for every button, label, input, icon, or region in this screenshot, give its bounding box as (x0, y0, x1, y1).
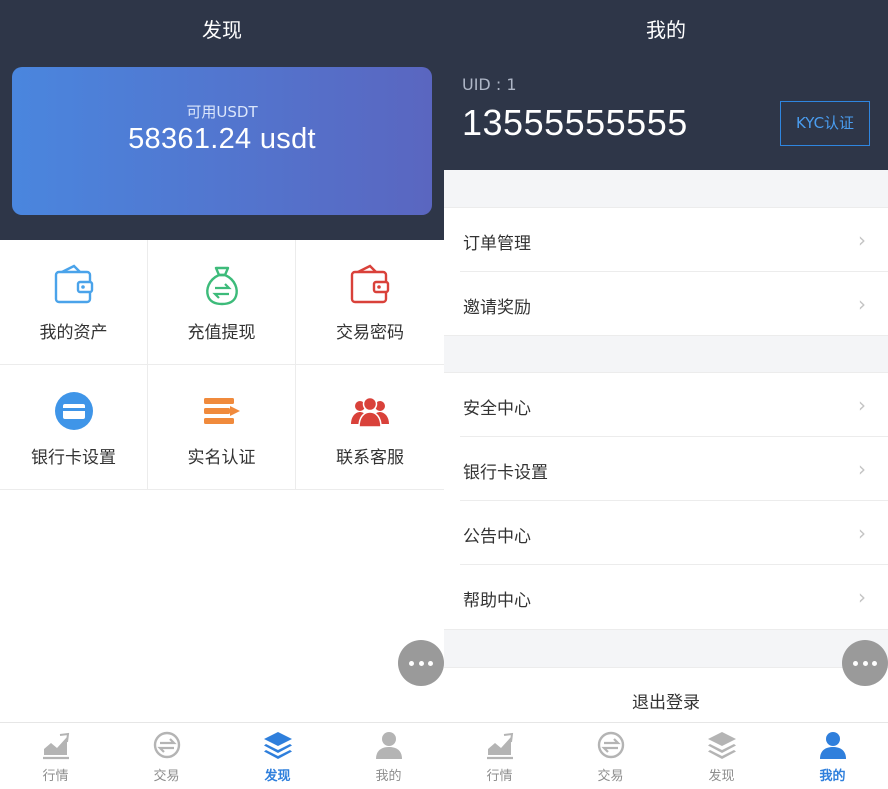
user-icon (819, 732, 846, 759)
menu-item-label: 安全中心 (463, 399, 531, 419)
menu-group-orders: 订单管理 › 邀请奖励 › (444, 207, 888, 336)
balance-label: 可用USDT (186, 103, 258, 121)
tab-discover[interactable]: 发现 (222, 723, 333, 789)
tab-label: 我的 (375, 769, 402, 784)
id-verify-icon (203, 398, 240, 424)
more-dot-icon (853, 661, 858, 666)
grid-item-label: 交易密码 (336, 323, 404, 343)
kyc-button[interactable]: KYC认证 (780, 101, 870, 146)
profile-header: 我的 UID : 1 13555555555 KYC认证 (444, 0, 888, 170)
tab-trade[interactable]: 交易 (555, 723, 666, 789)
layers-icon (707, 732, 736, 759)
tab-discover[interactable]: 发现 (666, 723, 777, 789)
wallet-lock-icon (350, 264, 390, 304)
balance-amount: 58361.24 usdt (128, 123, 316, 155)
chevron-right-icon: › (858, 521, 866, 545)
menu-item-label: 邀请奖励 (463, 298, 531, 318)
grid-item-label: 实名认证 (187, 448, 256, 468)
more-dot-icon (862, 661, 868, 666)
chart-icon (486, 732, 513, 760)
exchange-icon (153, 731, 180, 759)
more-dot-icon (428, 661, 433, 666)
wallet-icon (54, 264, 93, 304)
mine-screen: 我的 UID : 1 13555555555 KYC认证 订单管理 › 邀请奖励… (444, 0, 888, 789)
tab-label: 交易 (153, 769, 180, 784)
menu-item-help-center[interactable]: 帮助中心 › (460, 565, 888, 629)
menu-item-orders[interactable]: 订单管理 › (460, 208, 888, 272)
money-bag-icon (205, 266, 238, 306)
tab-label: 交易 (597, 769, 624, 784)
exchange-icon (597, 731, 624, 759)
menu-item-bank-card[interactable]: 银行卡设置 › (460, 437, 888, 501)
chevron-right-icon: › (858, 228, 866, 252)
phone-number: 13555555555 (462, 102, 688, 143)
menu-item-security-center[interactable]: 安全中心 › (460, 373, 888, 437)
tab-label: 行情 (486, 769, 513, 784)
grid-item-real-name-auth[interactable]: 实名认证 (148, 365, 296, 490)
menu-item-label: 银行卡设置 (463, 463, 548, 483)
menu-item-label: 公告中心 (463, 527, 531, 547)
tab-mine[interactable]: 我的 (777, 723, 888, 789)
feature-grid: 我的资产 充值提现 交易密码 银行卡设置 实名认证 联系客服 (0, 240, 444, 490)
layers-icon (263, 732, 292, 759)
more-fab-button[interactable] (842, 640, 888, 686)
customer-service-icon (351, 396, 389, 428)
chevron-right-icon: › (858, 292, 866, 316)
more-dot-icon (409, 661, 414, 666)
page-title: 发现 (202, 18, 242, 42)
grid-item-label: 联系客服 (336, 448, 404, 468)
menu-item-label: 订单管理 (463, 234, 531, 254)
tab-trade[interactable]: 交易 (111, 723, 222, 789)
menu-item-invite-rewards[interactable]: 邀请奖励 › (460, 272, 888, 336)
chart-icon (42, 732, 69, 760)
grid-item-bank-card[interactable]: 银行卡设置 (0, 365, 148, 490)
logout-label: 退出登录 (632, 693, 700, 713)
tab-label: 行情 (42, 769, 69, 784)
grid-item-customer-service[interactable]: 联系客服 (296, 365, 444, 490)
grid-item-label: 银行卡设置 (31, 448, 116, 468)
tab-label: 我的 (819, 769, 846, 784)
tab-label: 发现 (264, 769, 291, 784)
bank-card-icon (54, 392, 93, 430)
more-dot-icon (418, 661, 424, 666)
chevron-right-icon: › (858, 457, 866, 481)
menu-group-settings: 安全中心 › 银行卡设置 › 公告中心 › 帮助中心 › (444, 372, 888, 630)
grid-item-label: 我的资产 (39, 323, 108, 343)
tab-mine[interactable]: 我的 (333, 723, 444, 789)
page-title: 我的 (646, 18, 686, 42)
more-dot-icon (872, 661, 877, 666)
chevron-right-icon: › (858, 585, 866, 609)
user-icon (375, 732, 402, 759)
grid-item-deposit-withdraw[interactable]: 充值提现 (148, 240, 296, 365)
grid-item-my-assets[interactable]: 我的资产 (0, 240, 148, 365)
bottom-tab-bar: 行情 交易 发现 我的 (0, 722, 444, 789)
grid-item-trade-password[interactable]: 交易密码 (296, 240, 444, 365)
tab-market[interactable]: 行情 (0, 723, 111, 789)
uid-label: UID : 1 (462, 75, 517, 94)
grid-item-label: 充值提现 (187, 323, 256, 343)
chevron-right-icon: › (858, 393, 866, 417)
menu-item-label: 帮助中心 (463, 591, 531, 611)
logout-button[interactable]: 退出登录 (444, 667, 888, 723)
bottom-tab-bar: 行情 交易 发现 我的 (444, 722, 888, 789)
menu-item-announcements[interactable]: 公告中心 › (460, 501, 888, 565)
balance-card: 可用USDT 58361.24 usdt (12, 67, 432, 215)
discover-screen: 发现 可用USDT 58361.24 usdt 我的资产 充值提现 交易密码 银… (0, 0, 444, 789)
discover-header: 发现 可用USDT 58361.24 usdt (0, 0, 444, 240)
tab-label: 发现 (708, 769, 735, 784)
more-fab-button[interactable] (398, 640, 444, 686)
tab-market[interactable]: 行情 (444, 723, 555, 789)
